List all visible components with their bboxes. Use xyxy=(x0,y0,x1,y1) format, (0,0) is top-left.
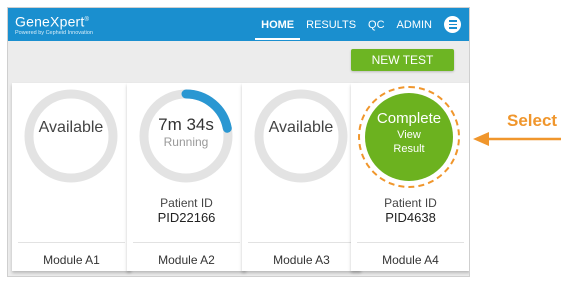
brand-logo: GeneXpert® Powered by Cepheid Innovation xyxy=(15,13,93,37)
module-card-a4[interactable]: Complete View Result Patient ID PID4638 … xyxy=(351,83,469,271)
module-name: Module A2 xyxy=(158,253,215,267)
patient-id-value: PID4638 xyxy=(385,210,436,225)
callout-label: Select xyxy=(507,111,558,130)
patient-id-label: Patient ID xyxy=(160,196,213,210)
module-status: Available xyxy=(38,119,104,136)
card-divider xyxy=(18,242,125,243)
progress-ring: 7m 34s Running xyxy=(138,88,234,184)
elapsed-time: 7m 34s xyxy=(158,115,214,134)
module-status: Running xyxy=(163,135,209,149)
card-divider xyxy=(248,242,355,243)
module-card-a3[interactable]: Available Module A3 xyxy=(242,83,361,271)
module-card-a1[interactable]: Available Module A1 xyxy=(12,83,131,271)
app-window: GeneXpert® Powered by Cepheid Innovation… xyxy=(7,7,470,277)
nav-admin[interactable]: ADMIN xyxy=(397,19,432,31)
module-status: Available xyxy=(268,119,334,136)
view-result-button[interactable]: Complete View Result xyxy=(358,86,460,188)
complete-status-circle[interactable]: Complete View Result xyxy=(365,93,453,181)
select-callout: Select xyxy=(473,111,564,151)
brand-name: GeneXpert® xyxy=(15,13,90,30)
nav-home[interactable]: HOME xyxy=(255,19,301,40)
module-card-a2[interactable]: 7m 34s Running Patient ID PID22166 Modul… xyxy=(127,83,246,271)
module-status: Complete xyxy=(376,110,442,127)
status-ring: Available xyxy=(23,88,119,184)
patient-id-value: PID22166 xyxy=(157,210,216,225)
status-ring: Available xyxy=(253,88,349,184)
brand-tagline: Powered by Cepheid Innovation xyxy=(15,29,93,36)
module-name: Module A1 xyxy=(43,253,100,267)
result-label: Result xyxy=(393,143,425,155)
nav-results[interactable]: RESULTS xyxy=(306,19,356,31)
new-test-button[interactable]: NEW TEST xyxy=(351,49,454,71)
nav-qc[interactable]: QC xyxy=(368,19,385,31)
patient-info: Patient ID PID22166 xyxy=(127,196,246,226)
top-bar: GeneXpert® Powered by Cepheid Innovation… xyxy=(8,8,469,41)
patient-info: Patient ID PID4638 xyxy=(351,196,469,226)
patient-id-label: Patient ID xyxy=(384,196,437,210)
module-name: Module A4 xyxy=(382,253,439,267)
hamburger-menu-icon[interactable] xyxy=(444,16,461,33)
module-name: Module A3 xyxy=(273,253,330,267)
arrow-left-icon xyxy=(473,132,561,146)
view-label: View xyxy=(397,129,421,141)
main-nav: HOME RESULTS QC ADMIN xyxy=(255,8,469,41)
card-divider xyxy=(357,242,464,243)
card-divider xyxy=(133,242,240,243)
